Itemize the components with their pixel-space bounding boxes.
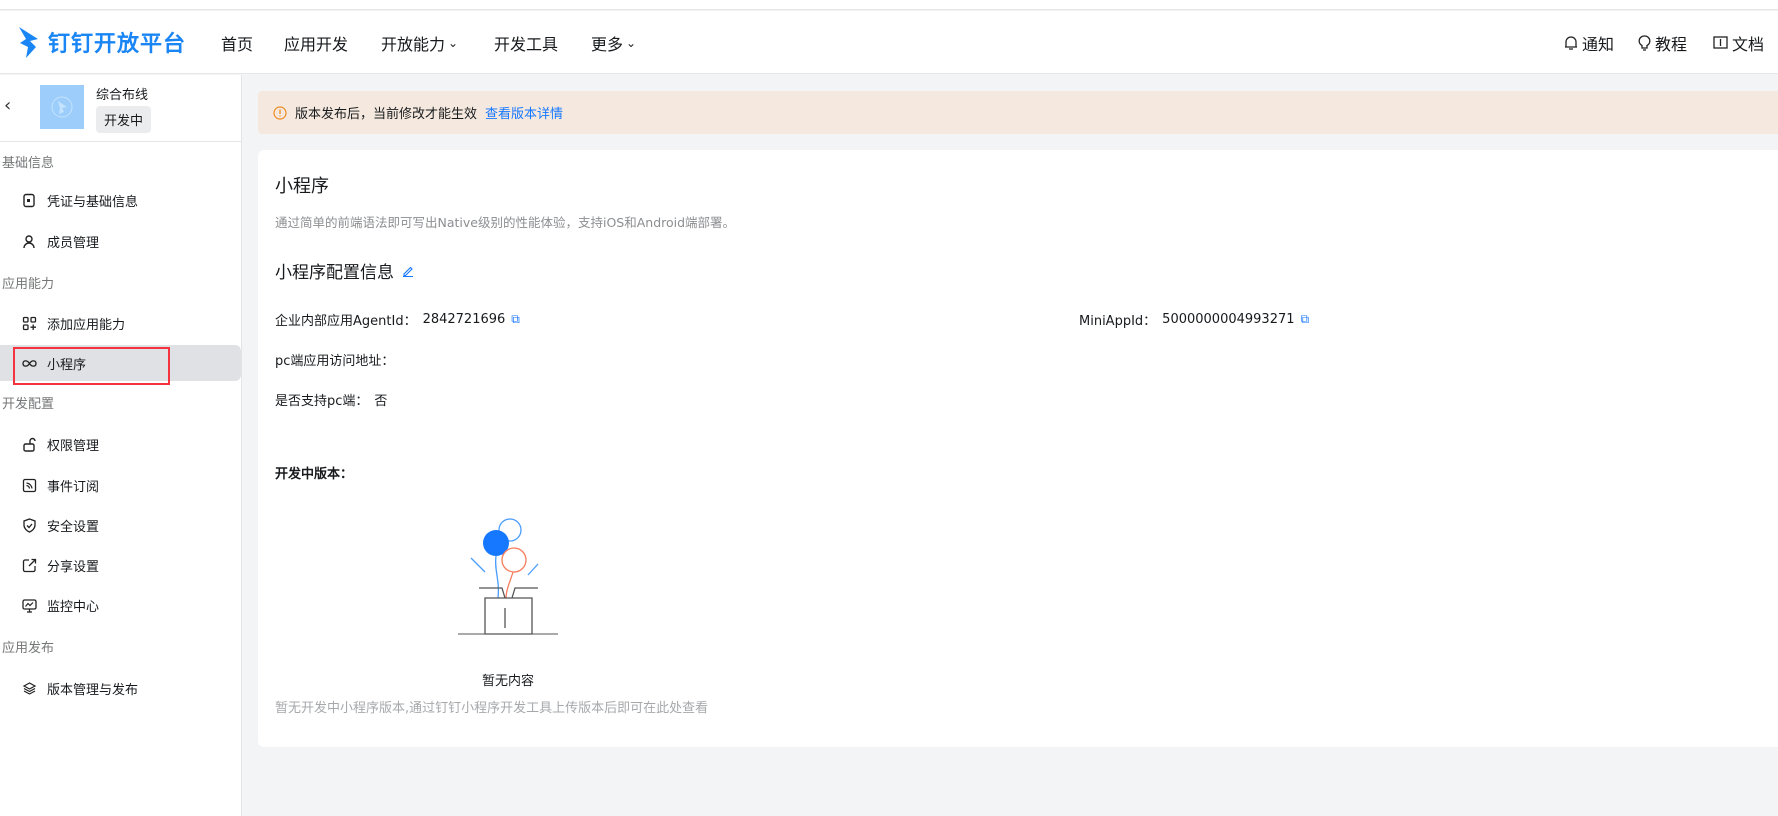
mini-program-card: 小程序 通过简单的前端语法即可写出Native级别的性能体验，支持iOS和And… xyxy=(258,150,1778,747)
agent-id-label: 企业内部应用AgentId： xyxy=(275,314,417,329)
nav-more[interactable]: 更多 ⌄ xyxy=(591,11,636,74)
miniapp-id-value: 5000000004993271 xyxy=(1162,312,1295,327)
sidebar-item-members[interactable]: 成员管理 xyxy=(0,223,241,259)
sidebar-item-events[interactable]: 事件订阅 xyxy=(0,467,241,503)
config-title: 小程序配置信息 xyxy=(275,263,394,283)
credential-icon xyxy=(23,193,35,207)
dingtalk-logo-icon xyxy=(19,27,38,58)
dev-version-label: 开发中版本： xyxy=(275,467,354,482)
sidebar-item-label: 权限管理 xyxy=(47,438,100,454)
miniapp-id-row: MiniAppId： 5000000004993271 ⧉ xyxy=(1079,310,1309,329)
sidebar-item-label: 安全设置 xyxy=(47,519,100,535)
top-header: 钉钉开放平台 首页 应用开发 开放能力 ⌄ 开发工具 更多 ⌄ 通知 教程 文档 xyxy=(0,11,1778,74)
sidebar-item-label: 添加应用能力 xyxy=(47,317,126,333)
app-logo-icon xyxy=(51,96,73,118)
logo-text: 钉钉开放平台 xyxy=(48,32,187,57)
sidebar-item-permissions[interactable]: 权限管理 xyxy=(0,426,241,462)
edit-icon[interactable] xyxy=(402,265,414,277)
monitor-icon xyxy=(22,598,37,613)
chevron-down-icon: ⌄ xyxy=(448,35,459,50)
sidebar: ‹ 综合布线 开发中 基础信息 凭证与基础信息 成员管理 应用能力 添加应用能力… xyxy=(0,75,242,816)
sidebar-item-label: 成员管理 xyxy=(47,235,100,251)
sidebar-item-versions[interactable]: 版本管理与发布 xyxy=(0,670,241,706)
group-label: 基础信息 xyxy=(2,156,55,171)
pc-support-value: 否 xyxy=(374,394,388,409)
shield-icon xyxy=(23,517,36,533)
highlight-box xyxy=(13,347,170,385)
rss-icon xyxy=(22,478,37,492)
status-badge: 开发中 xyxy=(96,106,152,133)
nav-label: 开发工具 xyxy=(494,34,559,54)
docs-link[interactable]: 文档 xyxy=(1713,11,1764,74)
group-label: 应用发布 xyxy=(2,641,55,656)
apps-add-icon xyxy=(22,316,37,330)
info-icon xyxy=(273,105,287,120)
nav-label: 更多 xyxy=(591,34,624,54)
divider xyxy=(0,141,241,142)
sidebar-item-monitor[interactable]: 监控中心 xyxy=(0,587,241,623)
user-icon xyxy=(23,234,35,248)
pc-support-label: 是否支持pc端： xyxy=(275,394,369,409)
bulb-icon xyxy=(1638,34,1651,51)
nav-dev-tools[interactable]: 开发工具 xyxy=(494,11,558,74)
top-strip xyxy=(0,0,1778,10)
back-chevron-icon[interactable]: ‹ xyxy=(4,95,11,116)
logo[interactable]: 钉钉开放平台 xyxy=(16,25,186,59)
pc-url-row: pc端应用访问地址： xyxy=(275,350,394,369)
empty-title: 暂无内容 xyxy=(481,674,534,689)
sidebar-item-label: 凭证与基础信息 xyxy=(47,194,139,210)
app-name: 综合布线 xyxy=(96,88,149,103)
agent-id-row: 企业内部应用AgentId： 2842721696 ⧉ xyxy=(275,310,520,329)
share-icon xyxy=(22,558,37,572)
nav-label: 应用开发 xyxy=(284,34,349,54)
sidebar-item-credentials[interactable]: 凭证与基础信息 xyxy=(0,182,241,218)
sidebar-item-security[interactable]: 安全设置 xyxy=(0,507,241,543)
tutorial-link[interactable]: 教程 xyxy=(1638,11,1687,74)
nav-home[interactable]: 首页 xyxy=(221,11,253,74)
unlock-icon xyxy=(23,437,36,452)
docs-label: 文档 xyxy=(1732,34,1765,54)
sidebar-item-label: 事件订阅 xyxy=(47,479,100,495)
view-version-details-link[interactable]: 查看版本详情 xyxy=(485,103,563,122)
copy-icon[interactable]: ⧉ xyxy=(511,312,520,327)
sidebar-item-label: 监控中心 xyxy=(47,599,100,615)
pc-support-row: 是否支持pc端： 否 xyxy=(275,390,387,409)
sidebar-item-share[interactable]: 分享设置 xyxy=(0,547,241,583)
sidebar-item-add-capability[interactable]: 添加应用能力 xyxy=(0,305,241,341)
app-avatar xyxy=(40,85,84,129)
chevron-down-icon: ⌄ xyxy=(626,35,637,50)
book-icon xyxy=(1713,36,1728,49)
notice-banner: 版本发布后，当前修改才能生效 查看版本详情 xyxy=(258,91,1778,134)
sidebar-item-label: 分享设置 xyxy=(47,559,100,575)
nav-app-dev[interactable]: 应用开发 xyxy=(284,11,348,74)
page-description: 通过简单的前端语法即可写出Native级别的性能体验，支持iOS和Android… xyxy=(275,215,736,230)
copy-icon[interactable]: ⧉ xyxy=(1301,312,1310,327)
nav-label: 开放能力 xyxy=(381,34,446,54)
nav-label: 首页 xyxy=(221,34,254,54)
banner-text: 版本发布后，当前修改才能生效 xyxy=(295,107,478,122)
group-label: 开发配置 xyxy=(2,397,55,412)
group-label: 应用能力 xyxy=(2,277,55,292)
empty-box-balloons-illustration xyxy=(458,518,558,635)
notification-link[interactable]: 通知 xyxy=(1564,11,1614,74)
empty-description: 暂无开发中小程序版本,通过钉钉小程序开发工具上传版本后即可在此处查看 xyxy=(275,701,709,716)
config-section-title: 小程序配置信息 xyxy=(275,258,414,283)
sidebar-item-label: 版本管理与发布 xyxy=(47,682,139,698)
miniapp-id-label: MiniAppId： xyxy=(1079,314,1157,329)
tutorial-label: 教程 xyxy=(1655,34,1688,54)
agent-id-value: 2842721696 xyxy=(422,312,506,327)
page-title: 小程序 xyxy=(275,176,329,197)
notification-label: 通知 xyxy=(1582,34,1615,54)
bell-icon xyxy=(1565,35,1577,50)
pc-url-label: pc端应用访问地址： xyxy=(275,354,395,369)
layers-icon xyxy=(22,681,37,695)
nav-open-capability[interactable]: 开放能力 ⌄ xyxy=(381,11,458,74)
